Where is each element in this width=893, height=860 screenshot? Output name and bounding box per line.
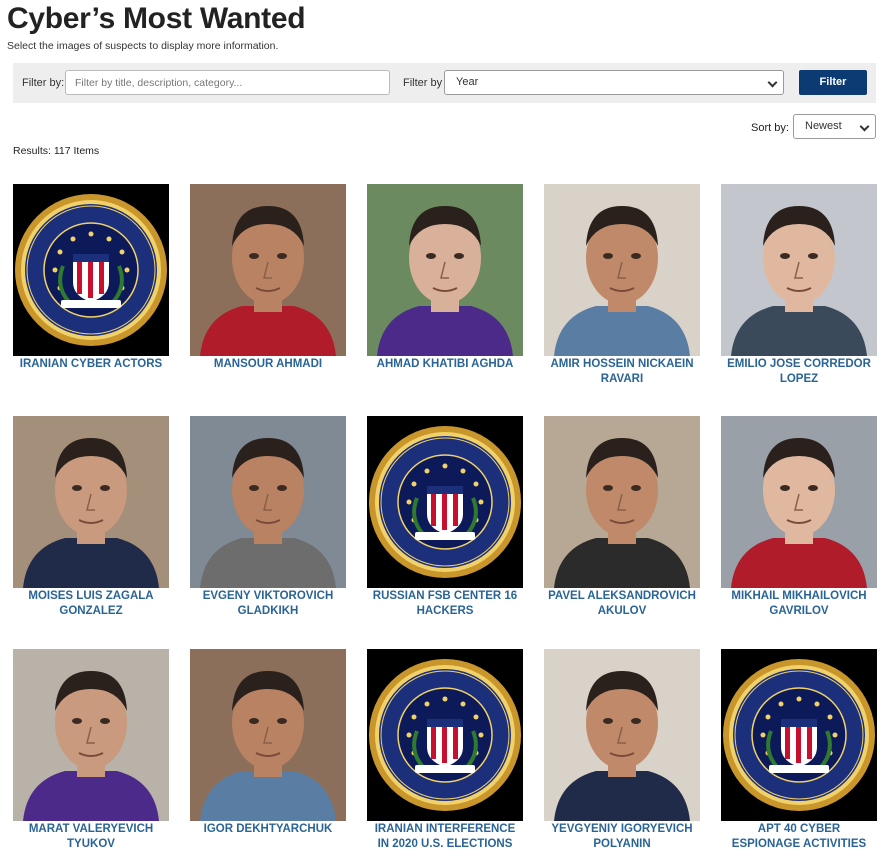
suspect-name-link[interactable]: MOISES LUIS ZAGALA GONZALEZ bbox=[13, 589, 169, 619]
sort-select[interactable]: Newest bbox=[793, 114, 876, 139]
suspect-photo-icon bbox=[721, 184, 877, 356]
sort-select-value: Newest bbox=[805, 120, 842, 132]
suspect-photo[interactable] bbox=[721, 416, 877, 588]
text-filter-label: Filter by: bbox=[22, 77, 65, 89]
suspect-photo-icon bbox=[367, 184, 523, 356]
wanted-card[interactable]: YEVGYENIY IGORYEVICH POLYANIN bbox=[544, 649, 700, 852]
suspect-photo[interactable] bbox=[13, 649, 169, 821]
wanted-card[interactable]: IRANIAN INTERFERENCE IN 2020 U.S. ELECTI… bbox=[367, 649, 523, 852]
wanted-card[interactable]: EVGENY VIKTOROVICH GLADKIKH bbox=[190, 416, 346, 619]
suspect-photo[interactable] bbox=[721, 184, 877, 356]
year-filter-label: Filter by bbox=[403, 77, 443, 89]
wanted-card[interactable]: IGOR DEKHTYARCHUK bbox=[190, 649, 346, 837]
suspect-photo[interactable] bbox=[367, 416, 523, 588]
suspect-name-link[interactable]: RUSSIAN FSB CENTER 16 HACKERS bbox=[367, 589, 523, 619]
suspect-name-link[interactable]: YEVGYENIY IGORYEVICH POLYANIN bbox=[544, 822, 700, 852]
results-count: Results: 117 Items bbox=[13, 145, 100, 157]
wanted-card[interactable]: EMILIO JOSE CORREDOR LOPEZ bbox=[721, 184, 877, 387]
chevron-down-icon bbox=[859, 121, 870, 132]
suspect-name-link[interactable]: PAVEL ALEKSANDROVICH AKULOV bbox=[544, 589, 700, 619]
wanted-card[interactable]: RUSSIAN FSB CENTER 16 HACKERS bbox=[367, 416, 523, 619]
suspect-name-link[interactable]: EMILIO JOSE CORREDOR LOPEZ bbox=[721, 357, 877, 387]
chevron-down-icon bbox=[767, 77, 778, 88]
suspect-photo-icon bbox=[544, 416, 700, 588]
fbi-seal-icon bbox=[367, 649, 523, 821]
suspect-photo-icon bbox=[190, 649, 346, 821]
year-select[interactable]: Year bbox=[444, 70, 784, 95]
fbi-seal-icon bbox=[367, 416, 523, 588]
wanted-card[interactable]: MIKHAIL MIKHAILOVICH GAVRILOV bbox=[721, 416, 877, 619]
fbi-seal-icon bbox=[13, 184, 169, 356]
suspect-photo-icon bbox=[721, 416, 877, 588]
suspect-photo[interactable] bbox=[544, 184, 700, 356]
suspect-photo[interactable] bbox=[544, 649, 700, 821]
suspect-name-link[interactable]: EVGENY VIKTOROVICH GLADKIKH bbox=[190, 589, 346, 619]
suspect-name-link[interactable]: IRANIAN INTERFERENCE IN 2020 U.S. ELECTI… bbox=[367, 822, 523, 852]
suspect-photo[interactable] bbox=[367, 649, 523, 821]
suspect-photo[interactable] bbox=[190, 184, 346, 356]
wanted-card[interactable]: MOISES LUIS ZAGALA GONZALEZ bbox=[13, 416, 169, 619]
suspect-name-link[interactable]: AMIR HOSSEIN NICKAEIN RAVARI bbox=[544, 357, 700, 387]
suspect-name-link[interactable]: IGOR DEKHTYARCHUK bbox=[190, 822, 346, 837]
suspect-photo-icon bbox=[13, 649, 169, 821]
suspect-photo-icon bbox=[13, 416, 169, 588]
suspect-photo-icon bbox=[190, 184, 346, 356]
wanted-card[interactable]: MANSOUR AHMADI bbox=[190, 184, 346, 372]
suspect-name-link[interactable]: APT 40 CYBER ESPIONAGE ACTIVITIES bbox=[721, 822, 877, 852]
year-select-value: Year bbox=[456, 76, 479, 88]
suspect-photo[interactable] bbox=[721, 649, 877, 821]
wanted-card[interactable]: AHMAD KHATIBI AGHDA bbox=[367, 184, 523, 372]
suspect-name-link[interactable]: MIKHAIL MIKHAILOVICH GAVRILOV bbox=[721, 589, 877, 619]
filter-button[interactable]: Filter bbox=[799, 70, 867, 95]
suspect-photo[interactable] bbox=[13, 184, 169, 356]
suspect-photo[interactable] bbox=[544, 416, 700, 588]
suspect-photo[interactable] bbox=[190, 416, 346, 588]
sort-label: Sort by: bbox=[751, 122, 789, 134]
suspect-name-link[interactable]: IRANIAN CYBER ACTORS bbox=[13, 357, 169, 372]
suspect-name-link[interactable]: MANSOUR AHMADI bbox=[190, 357, 346, 372]
suspect-photo[interactable] bbox=[367, 184, 523, 356]
filter-bar: Filter by: Filter by Year Filter bbox=[13, 63, 876, 103]
wanted-card[interactable]: AMIR HOSSEIN NICKAEIN RAVARI bbox=[544, 184, 700, 387]
page-subtitle: Select the images of suspects to display… bbox=[7, 40, 279, 52]
wanted-card[interactable]: IRANIAN CYBER ACTORS bbox=[13, 184, 169, 372]
wanted-card[interactable]: PAVEL ALEKSANDROVICH AKULOV bbox=[544, 416, 700, 619]
suspect-photo-icon bbox=[190, 416, 346, 588]
fbi-seal-icon bbox=[721, 649, 877, 821]
wanted-card[interactable]: APT 40 CYBER ESPIONAGE ACTIVITIES bbox=[721, 649, 877, 852]
suspect-name-link[interactable]: AHMAD KHATIBI AGHDA bbox=[367, 357, 523, 372]
suspect-photo[interactable] bbox=[190, 649, 346, 821]
page-title: Cyber’s Most Wanted bbox=[7, 2, 306, 35]
suspect-photo-icon bbox=[544, 649, 700, 821]
text-filter-input[interactable] bbox=[65, 70, 390, 95]
suspect-name-link[interactable]: MARAT VALERYEVICH TYUKOV bbox=[13, 822, 169, 852]
suspect-photo-icon bbox=[544, 184, 700, 356]
wanted-card[interactable]: MARAT VALERYEVICH TYUKOV bbox=[13, 649, 169, 852]
suspect-photo[interactable] bbox=[13, 416, 169, 588]
